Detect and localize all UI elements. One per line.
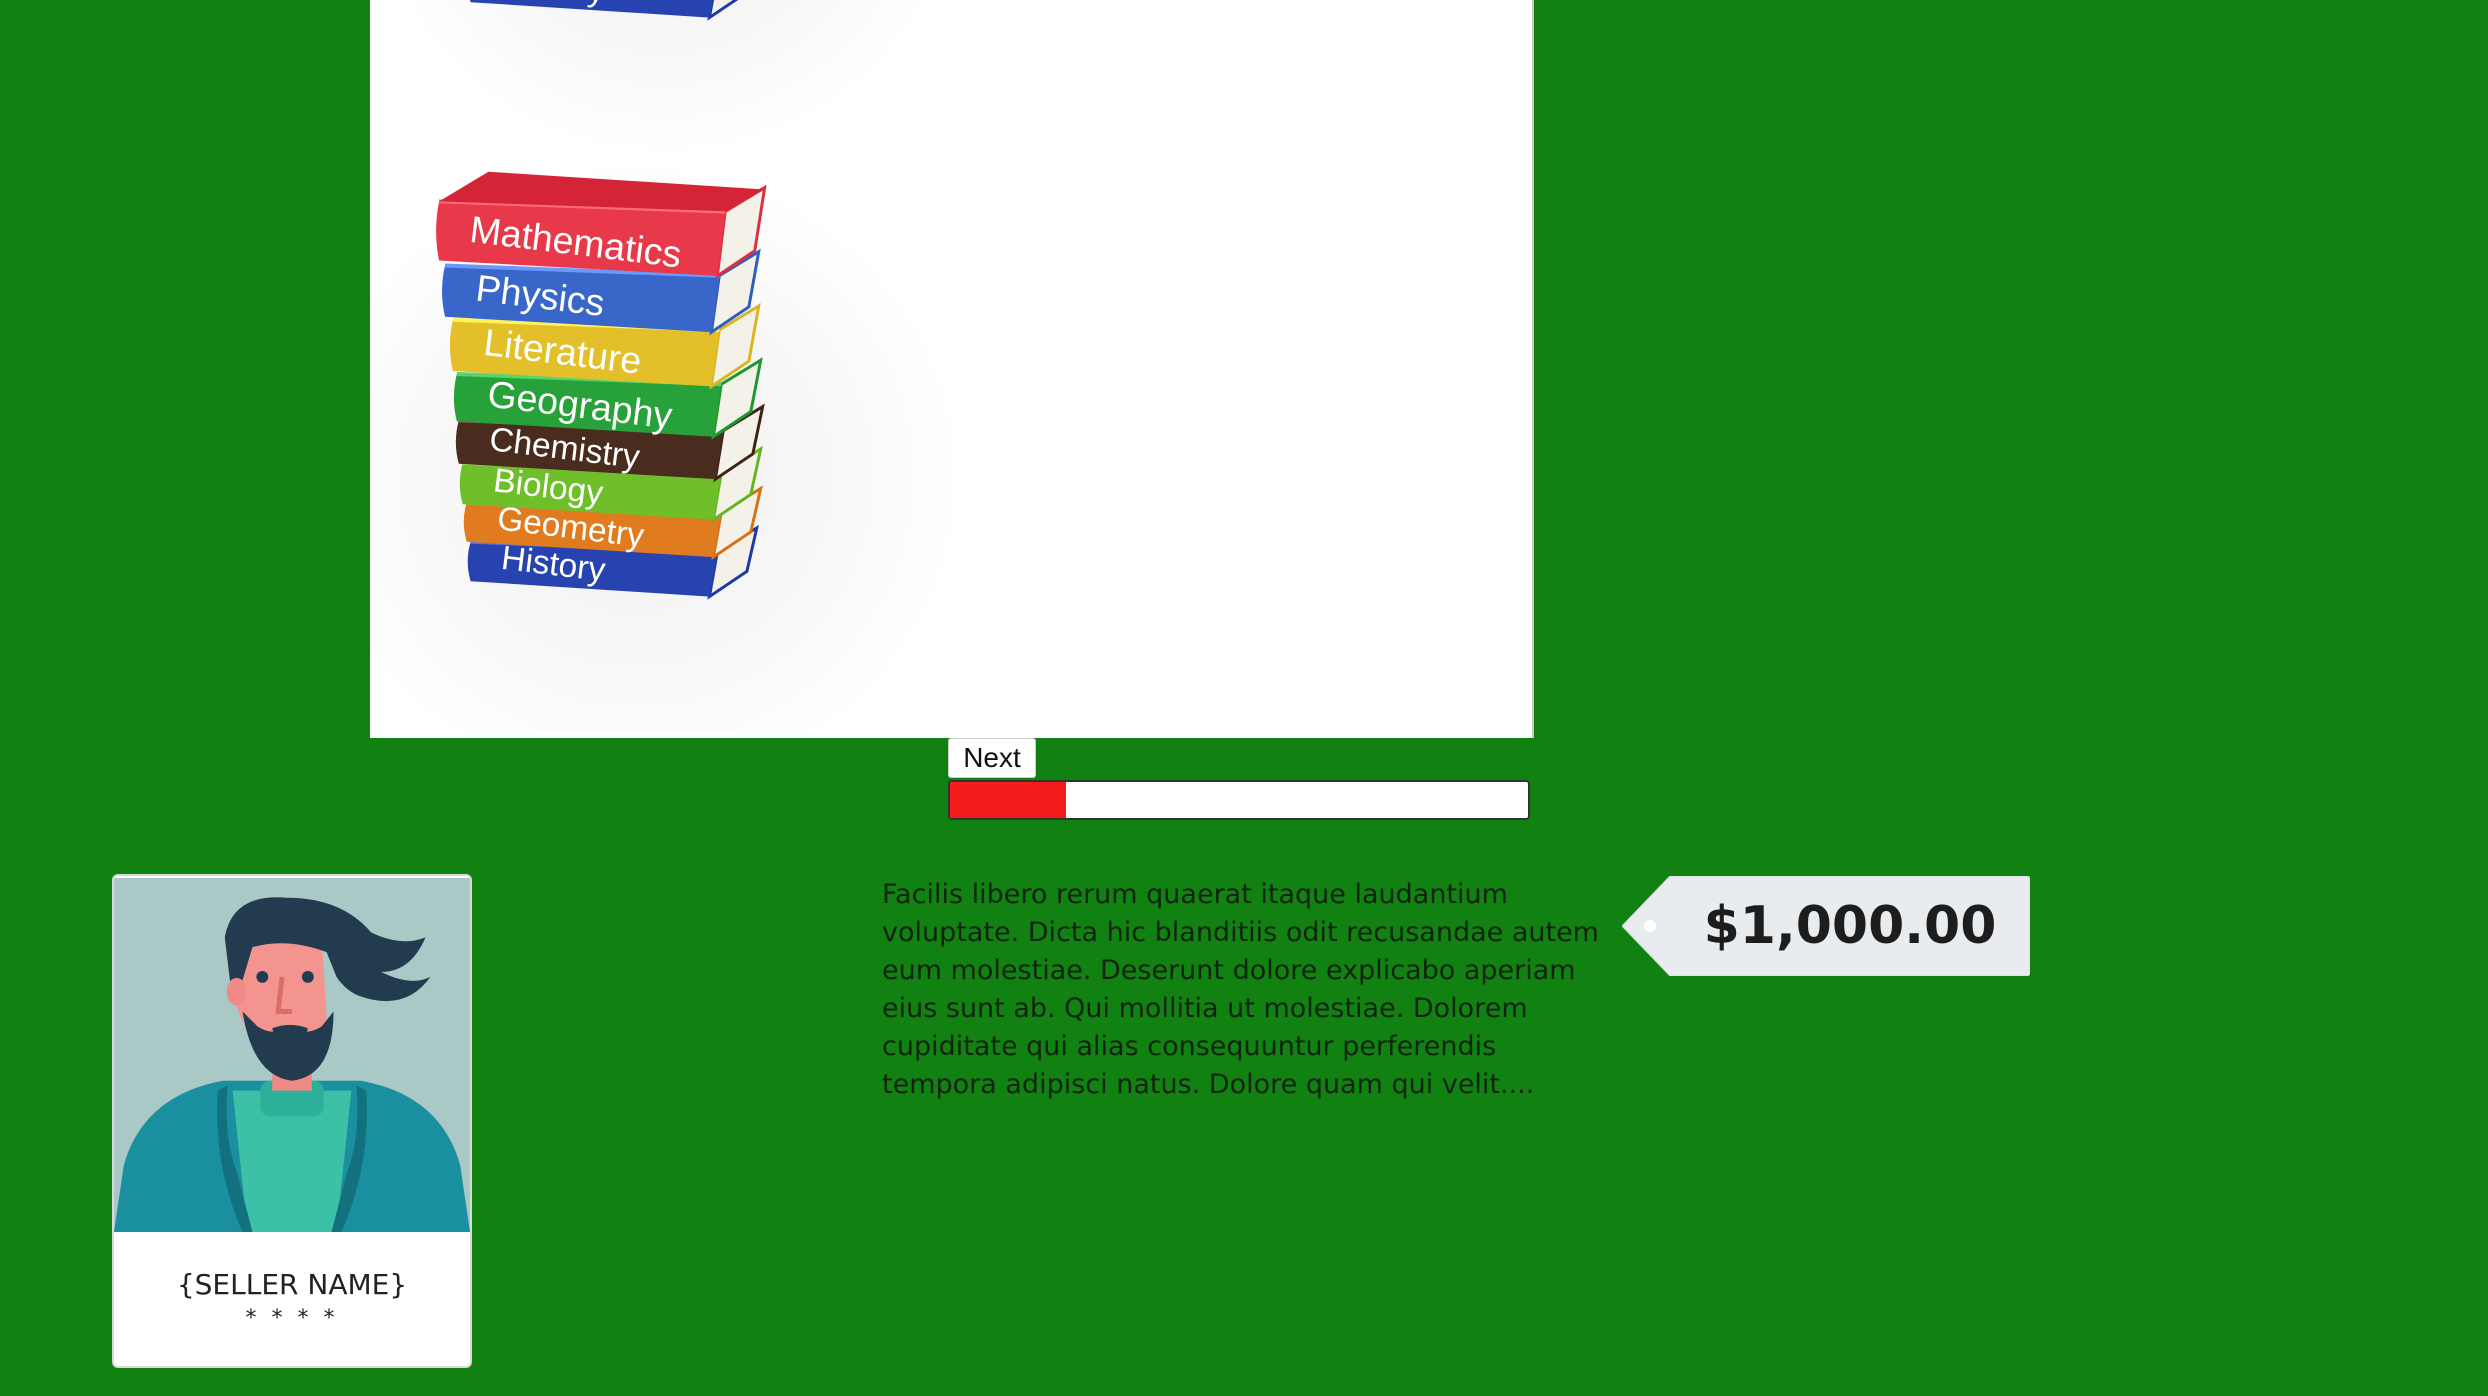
seller-name: {SELLER NAME}	[176, 1268, 408, 1301]
book-stack-image: HistoryGeometryBiologyChemistryGeography…	[370, 161, 962, 735]
progress-fill	[950, 782, 1066, 818]
tag-hole-icon	[1644, 920, 1656, 932]
carousel-progress-bar	[948, 780, 1530, 820]
seller-avatar	[114, 877, 470, 1233]
product-image-previous: HistoryGeometryBiologyChemistryGeography…	[370, 0, 962, 158]
price: $1,000.00	[1703, 896, 1997, 956]
image-gallery: History Geometry Biology Chemistry Geography…	[370, 0, 1534, 738]
seller-rating: * * * *	[245, 1306, 339, 1331]
book-stack-image: HistoryGeometryBiologyChemistryGeography…	[370, 0, 962, 156]
price-tag: $1,000.00	[1622, 876, 2030, 976]
product-image-current: History Geometry Biology Chemistry Geography…	[370, 158, 962, 738]
listing-description: Facilis libero rerum quaerat itaque laud…	[882, 879, 1599, 1100]
next-button[interactable]: Next	[948, 738, 1036, 778]
seller-card[interactable]: {SELLER NAME} * * * *	[112, 874, 472, 1368]
